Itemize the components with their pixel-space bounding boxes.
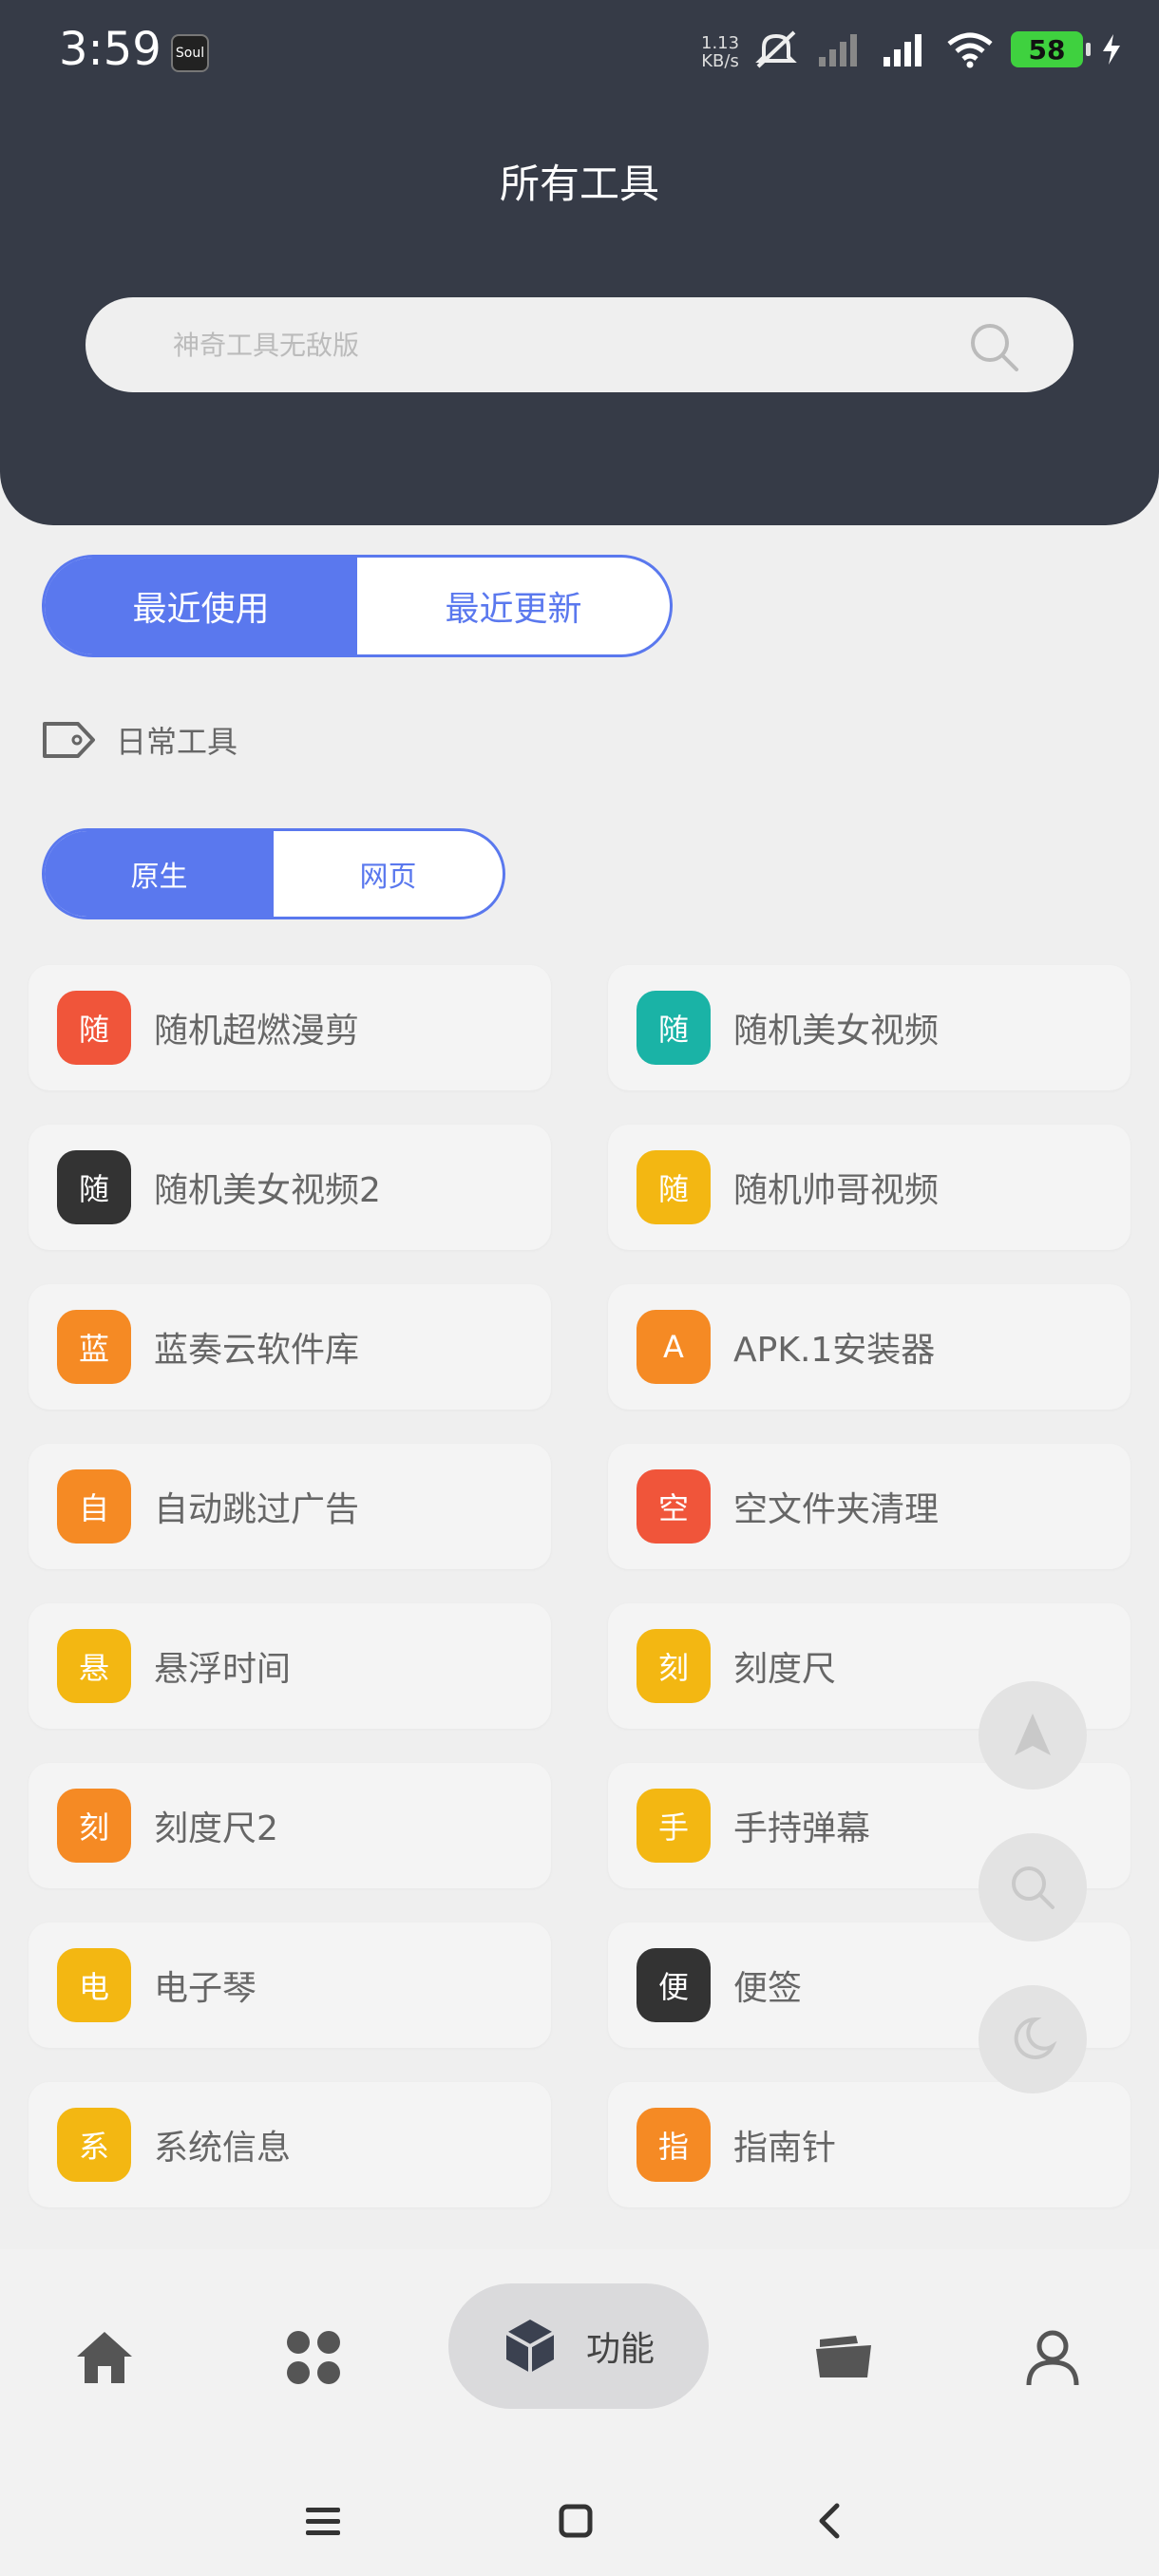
- tab-switcher: 最近使用 最近更新: [42, 555, 673, 657]
- signal-weak-icon: [819, 34, 857, 66]
- tool-name: 系统信息: [154, 2129, 292, 2168]
- tool-item[interactable]: 电 电子琴: [28, 1923, 551, 2048]
- tool-item[interactable]: 随 随机超燃漫剪: [28, 965, 551, 1090]
- tool-name: 刻度尺2: [154, 1809, 278, 1848]
- tool-name: 随机美女视频: [733, 1012, 940, 1051]
- back-chevron-icon: [819, 2503, 840, 2539]
- nav-files[interactable]: [796, 2310, 891, 2405]
- cube-icon: [505, 2320, 555, 2373]
- tool-item[interactable]: 随 随机美女视频: [608, 965, 1130, 1090]
- tool-icon: 自: [57, 1469, 131, 1544]
- tool-name: 自动跳过广告: [154, 1490, 360, 1529]
- tool-icon: 随: [636, 991, 711, 1065]
- tool-icon: 刻: [636, 1629, 711, 1703]
- network-speed: 1.13 KB/s: [701, 34, 739, 70]
- tool-item[interactable]: 刻 刻度尺2: [28, 1763, 551, 1888]
- moon-icon: [1014, 2017, 1057, 2059]
- wifi-icon: [947, 32, 993, 68]
- tool-icon: 随: [57, 1150, 131, 1224]
- tool-name: 电子琴: [154, 1969, 257, 2008]
- tag-icon: [43, 722, 95, 758]
- battery-icon: 58: [1011, 31, 1091, 67]
- tool-icon: 空: [636, 1469, 711, 1544]
- signal-strong-icon: [884, 34, 922, 66]
- tool-item[interactable]: 空 空文件夹清理: [608, 1444, 1130, 1569]
- status-time: 3:59: [59, 23, 162, 76]
- system-home-button[interactable]: [538, 2483, 614, 2559]
- tool-icon: 随: [636, 1150, 711, 1224]
- search-icon: [1012, 1866, 1054, 1909]
- section-header: 日常工具: [42, 718, 238, 762]
- folder-icon: [816, 2336, 871, 2377]
- tool-name: 随机帅哥视频: [733, 1171, 940, 1210]
- tool-name: 蓝奏云软件库: [154, 1331, 360, 1370]
- tool-icon: 手: [636, 1789, 711, 1863]
- status-icons: 58: [752, 28, 1123, 70]
- tool-name: 刻度尺: [733, 1650, 837, 1689]
- search-input[interactable]: [171, 297, 950, 392]
- menu-icon: [306, 2508, 340, 2535]
- tool-icon: 系: [57, 2108, 131, 2182]
- user-icon: [1026, 2330, 1079, 2386]
- tool-icon: 电: [57, 1948, 131, 2022]
- soul-app-icon: Soul: [171, 34, 209, 72]
- tool-name: 悬浮时间: [154, 1650, 292, 1689]
- tab-recent-updated[interactable]: 最近更新: [357, 558, 670, 654]
- tool-icon: 指: [636, 2108, 711, 2182]
- subtab-native[interactable]: 原生: [45, 831, 274, 917]
- search-icon[interactable]: [967, 320, 1020, 373]
- tool-icon: 蓝: [57, 1310, 131, 1384]
- tool-name: APK.1安装器: [733, 1331, 936, 1370]
- tool-icon: 刻: [57, 1789, 131, 1863]
- bottom-nav: 功能: [0, 2249, 1159, 2576]
- nav-home[interactable]: [57, 2310, 152, 2405]
- page-title: 所有工具: [499, 161, 659, 207]
- tool-name: 指南针: [733, 2129, 837, 2168]
- network-speed-value: 1.13: [701, 33, 740, 53]
- tool-name: 手持弹幕: [733, 1809, 871, 1848]
- square-home-icon: [559, 2504, 593, 2538]
- tool-icon: 便: [636, 1948, 711, 2022]
- subtab-web[interactable]: 网页: [274, 831, 503, 917]
- search-bar[interactable]: [86, 297, 1074, 392]
- navigation-arrow-icon: [1015, 1714, 1051, 1755]
- section-label: 日常工具: [116, 724, 238, 760]
- nav-functions-label: 功能: [585, 2330, 655, 2369]
- mute-bell-icon: [755, 30, 797, 68]
- tool-item[interactable]: 蓝 蓝奏云软件库: [28, 1284, 551, 1410]
- home-icon: [77, 2332, 132, 2383]
- grid-apps-icon: [287, 2331, 340, 2384]
- nav-apps[interactable]: [266, 2310, 361, 2405]
- subtab-switcher: 原生 网页: [42, 828, 505, 919]
- tool-item[interactable]: 自 自动跳过广告: [28, 1444, 551, 1569]
- tool-item[interactable]: 随 随机美女视频2: [28, 1125, 551, 1250]
- network-speed-unit: KB/s: [701, 51, 739, 71]
- tool-name: 随机超燃漫剪: [154, 1012, 360, 1051]
- tool-item[interactable]: 随 随机帅哥视频: [608, 1125, 1130, 1250]
- tool-icon: A: [636, 1310, 711, 1384]
- tool-icon: 随: [57, 991, 131, 1065]
- status-bar: 3:59 Soul 1.13 KB/s 58: [0, 0, 1159, 104]
- tool-icon: 悬: [57, 1629, 131, 1703]
- search-fab-button[interactable]: [978, 1833, 1087, 1941]
- header: 3:59 Soul 1.13 KB/s 58 所有工具 神奇工具无敌版: [0, 0, 1159, 525]
- tool-item[interactable]: 系 系统信息: [28, 2082, 551, 2207]
- tool-item[interactable]: 悬 悬浮时间: [28, 1603, 551, 1729]
- tool-name: 随机美女视频2: [154, 1171, 381, 1210]
- charging-bolt-icon: [1103, 34, 1120, 65]
- tool-item[interactable]: 指 指南针: [608, 2082, 1130, 2207]
- tool-name: 空文件夹清理: [733, 1490, 940, 1529]
- tool-item[interactable]: A APK.1安装器: [608, 1284, 1130, 1410]
- tool-name: 便签: [733, 1969, 803, 2008]
- nav-functions[interactable]: 功能: [448, 2283, 709, 2409]
- navigate-up-button[interactable]: [978, 1681, 1087, 1790]
- nav-profile[interactable]: [1005, 2310, 1100, 2405]
- system-back-button[interactable]: [790, 2483, 866, 2559]
- tab-recent-used[interactable]: 最近使用: [45, 558, 357, 654]
- theme-toggle-button[interactable]: [978, 1985, 1087, 2093]
- system-menu-button[interactable]: [285, 2483, 361, 2559]
